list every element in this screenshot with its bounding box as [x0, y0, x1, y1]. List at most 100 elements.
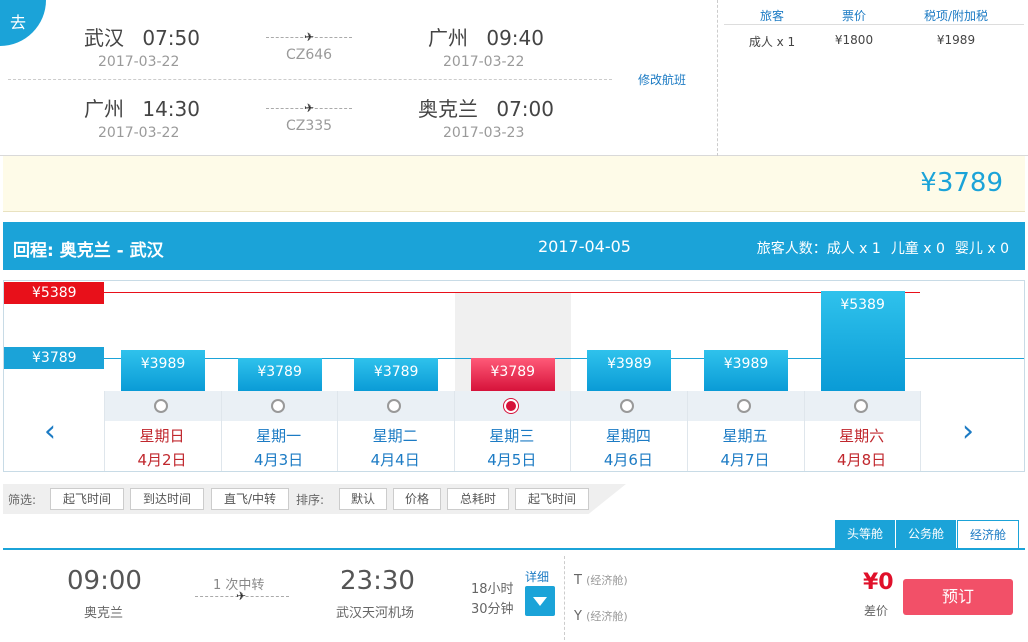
day-date[interactable]: 4月3日 — [221, 449, 337, 470]
filter-departure-time-button[interactable]: 起飞时间 — [50, 488, 124, 510]
day-date[interactable]: 4月8日 — [804, 449, 920, 470]
price-header-tax: 税项/附加税 — [923, 9, 989, 23]
tab-business-class[interactable]: 公务舱 — [896, 520, 956, 548]
seg2-dep-date: 2017-03-22 — [98, 125, 180, 141]
seg1-departure: 武汉 07:50 — [84, 22, 200, 51]
day-date[interactable]: 4月4日 — [337, 449, 453, 470]
day-radio[interactable] — [737, 399, 751, 413]
filter-direct-transfer-button[interactable]: 直飞/中转 — [211, 488, 289, 510]
low-price-label: ¥3789 — [4, 347, 104, 369]
next-week-arrow[interactable]: › — [962, 417, 974, 447]
filter-bar: 筛选: 起飞时间 到达时间 直飞/中转 排序: 默认 价格 总耗时 起飞时间 — [3, 484, 626, 514]
day-date[interactable]: 4月6日 — [570, 449, 686, 470]
seg2-arrival: 奥克兰 07:00 — [418, 93, 554, 122]
price-bar[interactable]: ¥3789 — [470, 358, 555, 391]
column-divider — [570, 391, 572, 471]
day-radio[interactable] — [853, 399, 868, 413]
price-bar[interactable]: ¥5389 — [820, 291, 905, 391]
flight-duration-hours: 18小时 — [471, 582, 514, 597]
modify-flight-link[interactable]: 修改航班 — [638, 71, 686, 88]
total-price: ¥3789 — [920, 168, 1003, 198]
flight-dep-city: 奥克兰 — [84, 606, 124, 621]
flight-duration-minutes: 30分钟 — [471, 602, 514, 617]
filter-label: 筛选: — [8, 493, 37, 507]
day-radio[interactable] — [503, 399, 518, 413]
price-bar[interactable]: ¥3789 — [354, 358, 439, 391]
day-weekday: 星期日 — [139, 427, 185, 445]
sort-label: 排序: — [296, 493, 325, 507]
seg1-from-city: 武汉 — [84, 26, 124, 50]
tab-first-class[interactable]: 头等舱 — [835, 520, 895, 548]
filter-arrival-time-button[interactable]: 到达时间 — [130, 488, 204, 510]
fare-y-code: Y — [574, 609, 582, 624]
price-bar[interactable]: ¥3989 — [704, 350, 788, 391]
day-weekday: 星期一 — [256, 427, 302, 445]
price-difference: ¥0 — [863, 570, 894, 595]
segment-divider — [8, 79, 612, 80]
plane-icon: ✈ — [235, 589, 247, 603]
detail-link[interactable]: 详细 — [525, 568, 549, 585]
fare-t-class: (经济舱) — [586, 574, 628, 587]
passenger-count: 旅客人数：成人 x 1 儿童 x 0 婴儿 x 0 — [757, 238, 1009, 258]
price-bar[interactable]: ¥3989 — [121, 350, 205, 391]
seg2-flight-number: CZ335 — [285, 118, 333, 134]
day-radio[interactable] — [154, 399, 168, 413]
seg1-dep-time: 07:50 — [142, 26, 200, 50]
column-divider — [687, 391, 688, 471]
seg2-departure: 广州 14:30 — [84, 93, 200, 122]
plane-icon: ✈ — [303, 101, 315, 115]
column-divider — [220, 391, 222, 471]
sort-price-button[interactable]: 价格 — [393, 488, 441, 510]
seg2-dep-time: 14:30 — [142, 97, 200, 121]
day-weekday: 星期二 — [372, 427, 418, 445]
sort-duration-button[interactable]: 总耗时 — [447, 488, 509, 510]
return-route: 回程: 奥克兰 - 武汉 — [13, 241, 164, 261]
column-divider — [920, 391, 922, 471]
book-button[interactable]: 预订 — [903, 579, 1013, 615]
seg1-flight-number: CZ646 — [285, 47, 333, 63]
seg1-arr-time: 09:40 — [486, 26, 544, 50]
high-price-line — [104, 292, 920, 293]
outbound-badge: 去 — [0, 0, 46, 46]
price-passenger: 成人 x 1 — [748, 35, 796, 49]
price-bar[interactable]: ¥3989 — [587, 350, 672, 391]
price-header-fare: 票价 — [841, 9, 866, 23]
seg2-to-city: 奥克兰 — [418, 97, 478, 121]
tab-economy-class[interactable]: 经济舱 — [957, 520, 1019, 548]
seg1-arr-date: 2017-03-22 — [443, 54, 525, 70]
child-count: 儿童 x 0 — [890, 241, 945, 257]
return-header: 回程: 奥克兰 - 武汉 2017-04-05 旅客人数：成人 x 1 儿童 x … — [3, 222, 1025, 270]
price-fare: ¥1800 — [834, 33, 874, 47]
column-divider — [453, 391, 455, 471]
column-divider — [803, 391, 805, 471]
price-calendar: ¥5389 ¥3789 ¥3989 ¥3789 ¥3789 ¥3789 ¥3989 ¥3989… — [3, 280, 1025, 472]
day-date[interactable]: 4月5日 — [454, 449, 570, 470]
prev-week-arrow[interactable]: ‹ — [44, 417, 56, 447]
fare-class-y: Y (经济舱) — [574, 608, 628, 624]
seg1-to-city: 广州 — [428, 26, 468, 50]
price-divider — [717, 0, 718, 156]
price-header-rule — [724, 24, 1024, 25]
day-weekday: 星期五 — [722, 427, 768, 445]
seg1-arrival: 广州 09:40 — [428, 22, 544, 51]
price-bar[interactable]: ¥3789 — [237, 358, 322, 391]
expand-detail-button[interactable] — [525, 586, 555, 616]
return-date: 2017-04-05 — [538, 237, 631, 256]
day-date[interactable]: 4月7日 — [687, 449, 803, 470]
column-divider — [337, 391, 339, 471]
sort-departure-time-button[interactable]: 起飞时间 — [515, 488, 589, 510]
fare-y-class: (经济舱) — [586, 610, 628, 623]
fare-class-t: T (经济舱) — [574, 572, 628, 588]
total-band: ¥3789 — [3, 156, 1025, 212]
column-divider — [104, 391, 105, 471]
day-weekday: 星期六 — [839, 427, 885, 445]
seg1-dep-date: 2017-03-22 — [98, 54, 180, 70]
day-radio[interactable] — [270, 399, 285, 413]
flight-row: 09:00 奥克兰 1 次中转 ✈ 23:30 武汉天河机场 18小时 30分钟… — [3, 548, 1025, 642]
seg2-arr-time: 07:00 — [496, 97, 554, 121]
day-weekday: 星期三 — [489, 427, 535, 445]
flight-dep-time: 09:00 — [67, 566, 142, 596]
flight-row-divider — [564, 556, 565, 640]
sort-default-button[interactable]: 默认 — [339, 488, 387, 510]
day-date[interactable]: 4月2日 — [104, 449, 220, 470]
